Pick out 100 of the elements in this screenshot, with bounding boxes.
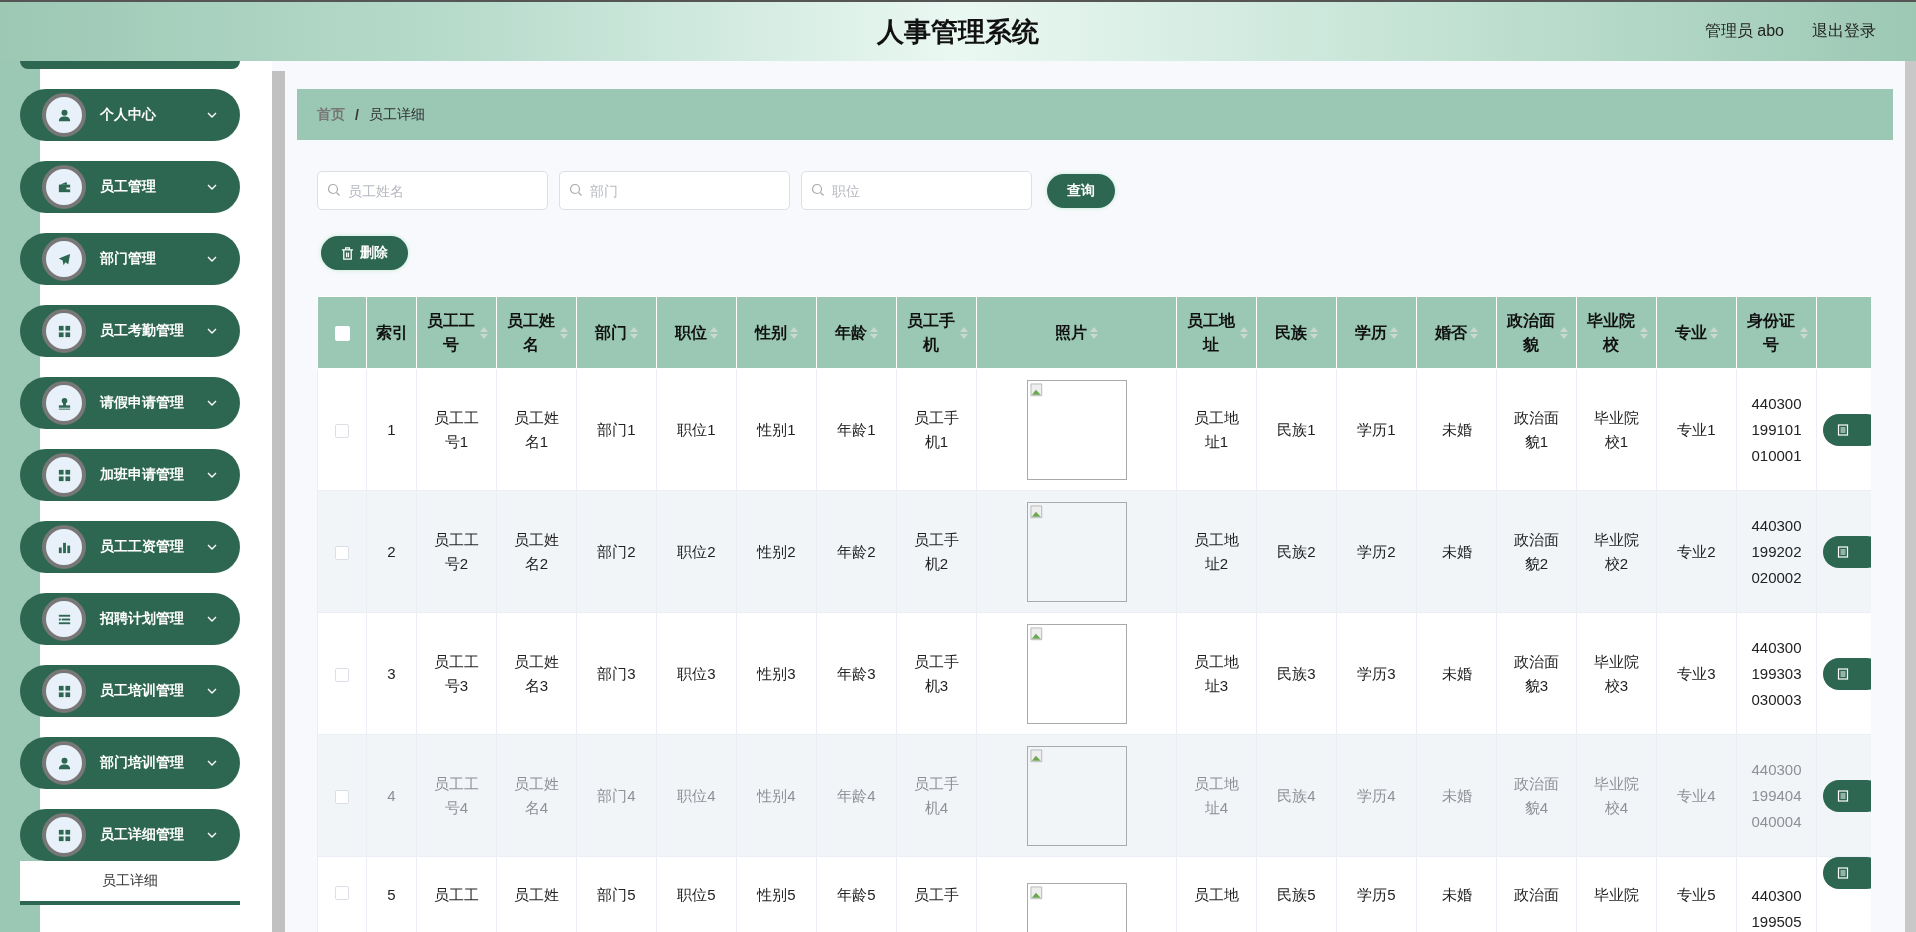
sort-icon[interactable] <box>479 326 488 339</box>
sidebar-item-edge[interactable] <box>20 61 240 69</box>
table-cell-text: 部门2 <box>597 541 636 562</box>
search-field[interactable]: 员工姓名 <box>317 171 548 210</box>
sidebar-menu-item[interactable]: 部门培训管理 <box>20 737 240 789</box>
table-cell-text: 员工工 <box>434 885 479 905</box>
sort-icon[interactable] <box>1090 326 1098 339</box>
table-cell-text: 民族2 <box>1277 541 1316 562</box>
column-header[interactable]: 民族 <box>1275 320 1307 345</box>
table-cell-text: 专业2 <box>1677 541 1716 562</box>
table-cell-text: 毕业院校1 <box>1593 407 1640 452</box>
table-cell-text: 1 <box>387 419 396 440</box>
table-cell-text: 性别3 <box>757 663 796 684</box>
table-cell-text: 政治面貌3 <box>1513 651 1560 696</box>
table-cell-text: 性别1 <box>757 419 796 440</box>
table-cell-text: 毕业院 <box>1594 885 1639 905</box>
table-cell-text: 年龄3 <box>837 663 876 684</box>
logout-link[interactable]: 退出登录 <box>1812 21 1876 42</box>
table-cell-text: 民族5 <box>1277 885 1316 905</box>
broken-image-icon <box>1026 379 1127 480</box>
sidebar-menu-item[interactable]: 员工工资管理 <box>20 521 240 573</box>
sidebar-menu-item[interactable]: 员工考勤管理 <box>20 305 240 357</box>
sidebar-menu-item[interactable]: 个人中心 <box>20 89 240 141</box>
table-cell-text: 职位2 <box>677 541 716 562</box>
query-button[interactable]: 查询 <box>1047 173 1115 208</box>
column-header[interactable]: 照片 <box>1055 320 1087 345</box>
search-field[interactable]: 部门 <box>559 171 790 210</box>
sidebar-menu-item[interactable]: 部门管理 <box>20 233 240 285</box>
details-button[interactable] <box>1823 779 1871 812</box>
delete-button[interactable]: 删除 <box>321 236 408 270</box>
breadcrumb-current: 员工详细 <box>368 105 425 124</box>
document-icon <box>1837 789 1849 802</box>
row-checkbox[interactable] <box>335 886 349 901</box>
sidebar-menu-item[interactable]: 员工培训管理 <box>20 665 240 717</box>
table-cell-text: 职位3 <box>677 663 716 684</box>
sort-icon[interactable] <box>1639 326 1648 339</box>
table-cell-text: 职位5 <box>677 885 716 905</box>
document-icon <box>1837 545 1849 558</box>
broken-image-icon <box>1026 745 1127 846</box>
table-cell-text: 民族1 <box>1277 419 1316 440</box>
document-icon <box>1837 667 1849 680</box>
table-cell-text: 民族3 <box>1277 663 1316 684</box>
app-title: 人事管理系统 <box>877 16 1039 47</box>
sort-icon[interactable] <box>630 326 638 339</box>
details-button[interactable] <box>1823 657 1871 690</box>
details-button[interactable] <box>1823 535 1871 568</box>
details-button[interactable] <box>1823 413 1871 446</box>
sort-icon[interactable] <box>790 326 798 339</box>
table-cell-text: 年龄2 <box>837 541 876 562</box>
sort-icon[interactable] <box>1799 326 1808 339</box>
select-all-checkbox[interactable] <box>334 325 350 341</box>
table-cell-text: 部门1 <box>597 419 636 440</box>
table-cell-text: 毕业院校3 <box>1593 651 1640 696</box>
row-checkbox[interactable] <box>335 668 349 682</box>
sort-icon[interactable] <box>1470 326 1478 339</box>
scrollbar[interactable] <box>1905 61 1916 932</box>
table-cell-text: 2 <box>387 541 396 562</box>
sort-icon[interactable] <box>959 326 968 339</box>
sort-icon[interactable] <box>1310 326 1318 339</box>
sidebar-menu-item[interactable]: 招聘计划管理 <box>20 593 240 645</box>
column-header[interactable]: 职位 <box>675 320 707 345</box>
column-header[interactable]: 专业 <box>1675 320 1707 345</box>
table-cell-text: 员工地 <box>1194 885 1239 905</box>
sort-icon[interactable] <box>1390 326 1398 339</box>
search-field[interactable]: 职位 <box>801 171 1032 210</box>
submenu-item[interactable]: 员工详细 <box>20 861 240 905</box>
sort-icon[interactable] <box>559 326 568 339</box>
stamp-icon <box>56 395 72 411</box>
table-cell-text: 年龄5 <box>837 885 876 905</box>
sort-icon[interactable] <box>1239 326 1248 339</box>
table-cell-text: 员工地址2 <box>1193 529 1240 574</box>
scrollbar[interactable] <box>272 71 285 932</box>
table-cell-text: 年龄1 <box>837 419 876 440</box>
table-cell-text: 员工工号1 <box>433 407 480 452</box>
table-cell-text: 员工工号3 <box>433 651 480 696</box>
sidebar-menu-item[interactable]: 加班申请管理 <box>20 449 240 501</box>
row-checkbox[interactable] <box>335 546 349 560</box>
broken-image-icon <box>1026 623 1127 724</box>
column-header[interactable]: 学历 <box>1355 320 1387 345</box>
sort-icon[interactable] <box>1559 326 1568 339</box>
table-cell-text: 未婚 <box>1441 885 1472 905</box>
row-checkbox[interactable] <box>335 424 349 438</box>
column-header[interactable]: 部门 <box>595 320 627 345</box>
column-header[interactable]: 婚否 <box>1435 320 1467 345</box>
sidebar-menu-item[interactable]: 员工管理 <box>20 161 240 213</box>
sort-icon[interactable] <box>870 326 878 339</box>
user-name: 管理员 abo <box>1704 21 1784 41</box>
table-cell-text: 政治面貌1 <box>1513 407 1560 452</box>
sidebar-menu-item[interactable]: 请假申请管理 <box>20 377 240 429</box>
table-cell-text: 员工手机2 <box>913 529 960 574</box>
sort-icon[interactable] <box>1710 326 1718 339</box>
grid-icon <box>56 827 72 843</box>
sidebar-menu-item[interactable]: 员工详细管理 <box>20 809 240 861</box>
details-button[interactable] <box>1823 857 1871 889</box>
column-header[interactable]: 性别 <box>755 320 787 345</box>
column-header[interactable]: 年龄 <box>835 320 867 345</box>
row-checkbox[interactable] <box>335 790 349 804</box>
sort-icon[interactable] <box>710 326 718 339</box>
grid-icon <box>56 323 72 339</box>
table-cell-text: 未婚 <box>1441 663 1472 684</box>
